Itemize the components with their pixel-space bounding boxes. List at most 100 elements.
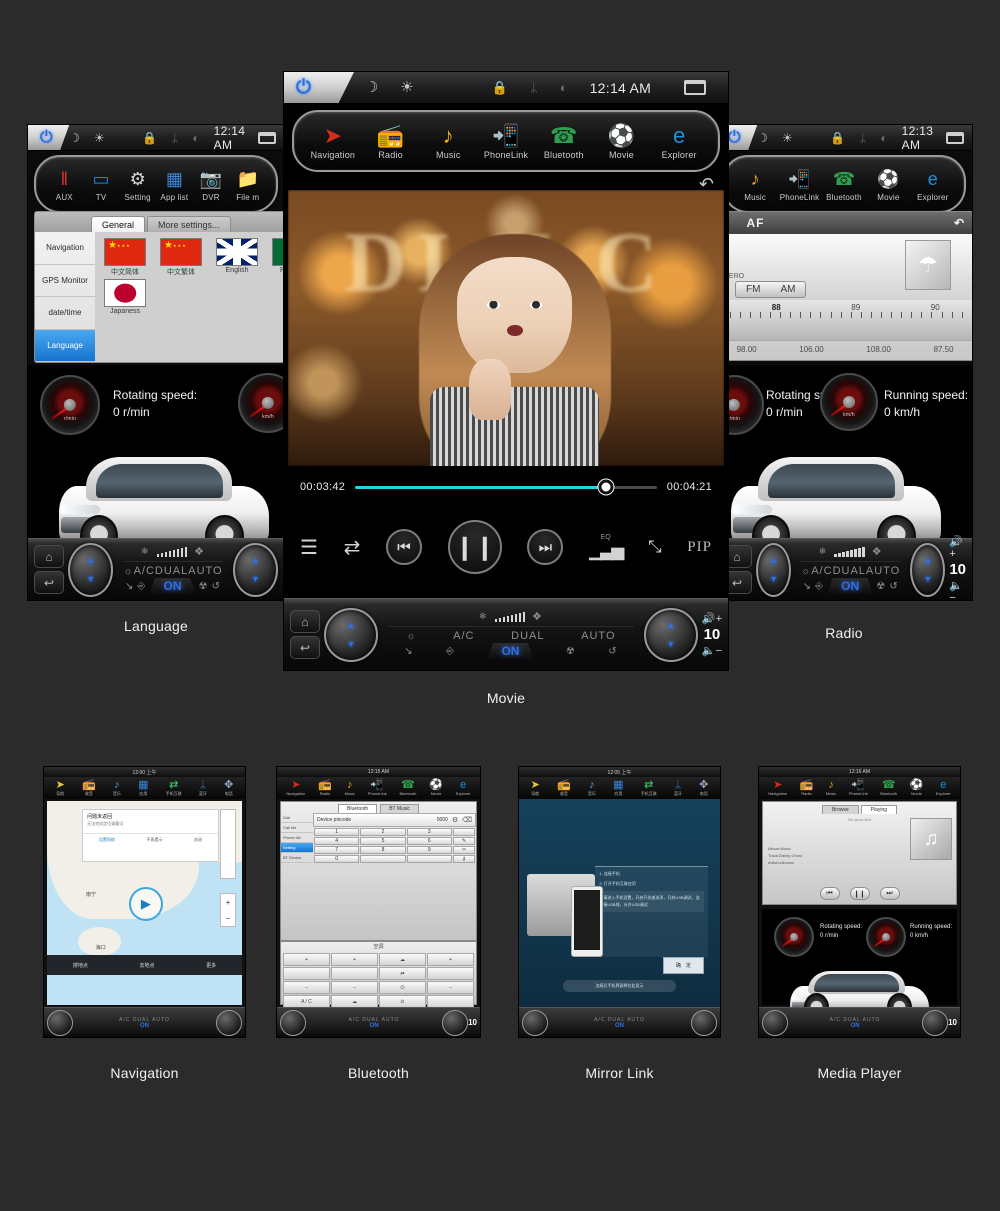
back-button[interactable]: ↩ xyxy=(34,571,64,594)
keypad-key[interactable]: 9 xyxy=(406,846,452,854)
language-option-zh-tw[interactable]: 中文繁体 xyxy=(155,238,207,277)
knob-up-icon[interactable]: ▲ xyxy=(769,555,778,565)
fan-speed-bars[interactable] xyxy=(156,546,188,557)
tab-browse[interactable]: Browse xyxy=(821,805,859,814)
thumb-knob-right[interactable] xyxy=(442,1009,469,1036)
moon-icon[interactable]: ☽ xyxy=(757,132,768,144)
repeat-icon[interactable]: ⇄ xyxy=(344,535,361,560)
radio-band-am[interactable]: AM xyxy=(770,282,805,297)
climate-cell[interactable]: ⏻ xyxy=(379,981,426,994)
dual-label[interactable]: DUAL xyxy=(155,565,188,577)
preset-4[interactable]: 108.00 xyxy=(866,345,890,354)
dock-item-setting[interactable]: ⚙ Setting xyxy=(119,166,156,203)
playlist-icon[interactable]: ☰ xyxy=(300,535,318,560)
auto-label[interactable]: AUTO xyxy=(866,565,900,577)
airflow-icon[interactable]: ↘ xyxy=(125,581,134,592)
keypad-side-action[interactable]: ⚷ xyxy=(452,855,475,863)
tab-bt-music[interactable]: BT Music xyxy=(380,804,419,813)
dual-label[interactable]: DUAL xyxy=(511,630,544,642)
hvac-on-button[interactable]: ON xyxy=(149,578,196,594)
dock-item-phonelink[interactable]: 📲 PhoneLink xyxy=(778,166,820,203)
mirror-link-confirm-button[interactable]: 确 定 xyxy=(662,956,704,974)
keypad-key[interactable] xyxy=(406,855,452,863)
volume-knob-right[interactable]: ▲ ▼ xyxy=(232,542,278,597)
keypad-key[interactable]: 3 xyxy=(406,828,452,836)
zoom-out-icon[interactable]: − xyxy=(226,914,231,923)
dock-item-music[interactable]: ♪ Music xyxy=(734,166,776,203)
map-popup-action-dismiss[interactable]: 不再提示 xyxy=(146,837,162,843)
dock-item-movie[interactable]: ⚽ Movie xyxy=(593,123,651,160)
pause-button[interactable]: ❙❙ xyxy=(447,520,502,574)
preset-5[interactable]: 87.50 xyxy=(934,345,954,354)
radio-band-fm[interactable]: FM xyxy=(736,282,770,297)
previous-icon[interactable]: ⏮ xyxy=(819,887,840,900)
pip-button[interactable]: PIP xyxy=(687,539,712,556)
temp-knob-left[interactable]: ▲ ▼ xyxy=(68,542,114,597)
thumb-dock-item[interactable]: 📻 Radio xyxy=(318,780,332,797)
map-popup-action-network[interactable]: 设置网络 xyxy=(99,837,115,843)
nav-map-viewport[interactable]: 问题未返回 无法完成定位请重试 设置网络 不再提示 关闭 ▶ 南宁 海口 + − … xyxy=(47,801,242,1005)
thumb-dock-item[interactable]: ✥ 电话 xyxy=(224,779,233,797)
knob-up-icon[interactable]: ▲ xyxy=(251,555,260,565)
settings-nav-navigation[interactable]: Navigation xyxy=(35,232,95,265)
map-tool-column[interactable] xyxy=(220,809,236,879)
volume-up-icon[interactable]: 🔊+ xyxy=(702,612,722,625)
airflow-icon[interactable]: ↘ xyxy=(803,581,812,592)
thumb-navigation[interactable]: 12:00 上午 ➤ 导航 📻 收音 ♪ 音乐 ▦ 应用 ⇄ 手机互联 ᛦ 蓝牙 ✥ 电话 问题未返回 无… xyxy=(43,766,246,1038)
pause-icon[interactable]: ❙❙ xyxy=(849,887,870,900)
climate-cell[interactable]: − xyxy=(427,981,474,994)
bt-nav-call-list[interactable]: Call list xyxy=(281,823,313,833)
thumb-dock-item[interactable]: ➤ 导航 xyxy=(531,779,540,797)
keypad-key[interactable]: 5 xyxy=(360,837,406,845)
next-icon[interactable]: ⏭ xyxy=(879,887,900,900)
volume-down-icon[interactable]: 🔈− xyxy=(702,644,722,657)
thumb-dock-item[interactable]: 📻 收音 xyxy=(82,779,96,797)
keypad-key[interactable] xyxy=(360,855,406,863)
defrost-icon[interactable]: ☼ xyxy=(406,631,416,642)
window-button-right[interactable] xyxy=(938,131,972,144)
thumb-dock-item[interactable]: ➤ Navigation xyxy=(768,780,787,797)
volume-knob-right[interactable]: ▲ ▼ xyxy=(643,607,698,662)
thumb-knob-right[interactable] xyxy=(691,1009,717,1036)
nav-search-action[interactable]: 搜地点 xyxy=(73,962,88,969)
thumb-dock-item[interactable]: ᛦ 蓝牙 xyxy=(199,779,207,797)
dock-item-explorer[interactable]: e Explorer xyxy=(912,166,954,203)
thumb-media-player[interactable]: 12:16 AM ➤ Navigation 📻 Radio ♪ Music 📲 PhoneLi… xyxy=(758,766,961,1038)
preset-2[interactable]: 98.00 xyxy=(737,345,757,354)
recirculate-icon[interactable]: ↺ xyxy=(212,581,221,592)
fan-icon[interactable]: ❖ xyxy=(872,545,883,558)
keypad-key[interactable]: 1 xyxy=(314,828,360,836)
thumb-dock-item[interactable]: ♪ Music xyxy=(826,780,836,797)
thumb-dock-item[interactable]: ⚽ Movie xyxy=(429,780,443,797)
climate-cell[interactable] xyxy=(427,967,474,980)
seat-icon[interactable]: ⎆ xyxy=(137,581,146,592)
dock-item-aux[interactable]: ‖ AUX xyxy=(46,166,83,203)
thumb-dock-item[interactable]: ⇄ 手机互联 xyxy=(641,779,657,797)
thumb-dock-item[interactable]: 📲 PhoneLink xyxy=(368,780,387,797)
thumb-dock-item[interactable]: ⇄ 手机互联 xyxy=(166,779,182,797)
backspace-icon[interactable]: ⌫ xyxy=(462,816,472,824)
home-button[interactable]: ⌂ xyxy=(290,610,320,633)
language-option-english[interactable]: English xyxy=(211,238,263,277)
thumb-dock-item[interactable]: 📲 PhoneLink xyxy=(849,780,868,797)
gear-icon[interactable]: ⚙ xyxy=(452,816,458,824)
dock-item-explorer[interactable]: e Explorer xyxy=(650,123,708,160)
volume-knob-right[interactable]: ▲ ▼ xyxy=(910,542,946,597)
climate-cell[interactable]: + xyxy=(283,953,330,966)
thumb-dock-item[interactable]: ♪ Music xyxy=(345,780,355,797)
keypad-side-action[interactable] xyxy=(452,828,475,836)
thumb-dock-item[interactable]: ᛦ 蓝牙 xyxy=(674,779,682,797)
thumb-knob-left[interactable] xyxy=(47,1009,73,1036)
seek-bar[interactable] xyxy=(355,479,657,495)
thumb-dock-item[interactable]: e Explorer xyxy=(936,780,951,797)
next-button[interactable]: ⏭ xyxy=(527,529,564,565)
temp-knob-left[interactable]: ▲ ▼ xyxy=(756,542,792,597)
recirculate-icon[interactable]: ↺ xyxy=(608,646,617,657)
knob-down-icon[interactable]: ▼ xyxy=(769,574,778,584)
back-arrow-icon[interactable]: ↶ xyxy=(954,216,965,230)
language-option-japanese[interactable]: Japaness xyxy=(99,279,151,315)
window-button-center[interactable] xyxy=(662,80,728,95)
thumb-knob-left[interactable] xyxy=(762,1009,788,1036)
knob-up-icon[interactable]: ▲ xyxy=(923,555,932,565)
climate-cell[interactable]: ☁ xyxy=(379,953,426,966)
